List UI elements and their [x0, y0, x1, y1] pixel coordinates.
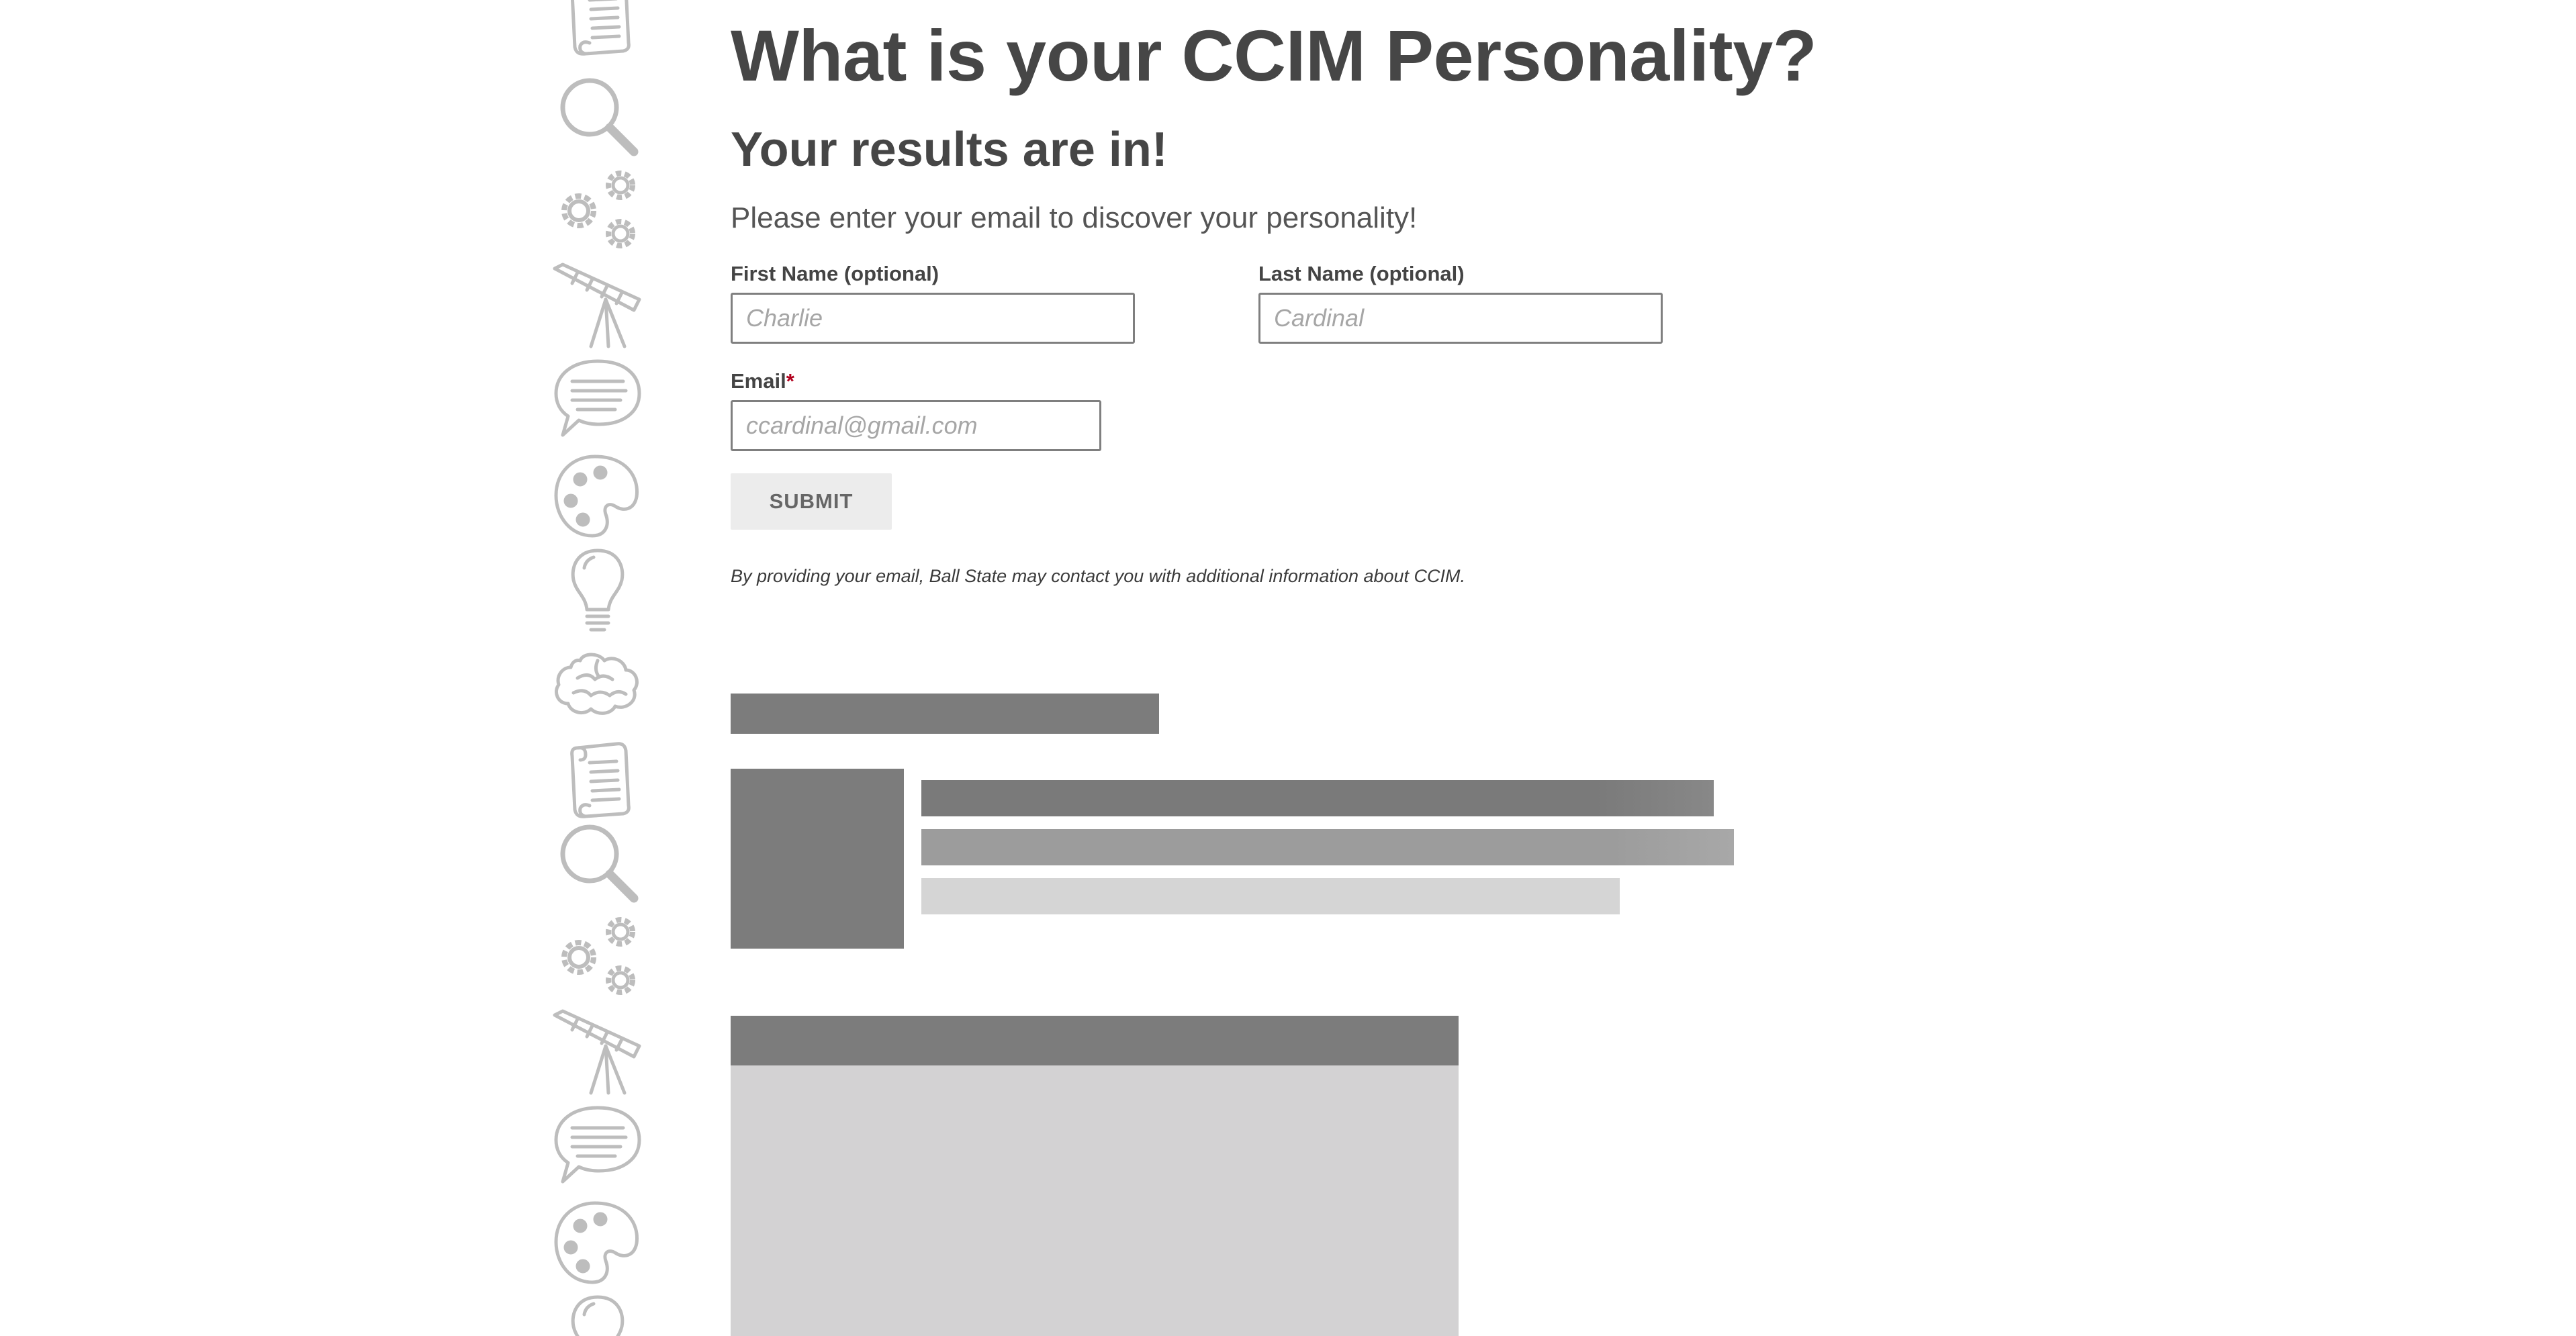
telescope-icon [551, 259, 645, 350]
skeleton-line [921, 829, 1734, 865]
required-asterisk: * [786, 369, 794, 393]
last-name-label: Last Name (optional) [1258, 262, 1465, 285]
email-label-text: Email [731, 369, 786, 393]
page: What is your CCIM Personality? Your resu… [0, 0, 2576, 1336]
email-input[interactable] [731, 400, 1101, 451]
skeleton-panel-body [731, 1065, 1459, 1336]
first-name-input[interactable] [731, 293, 1135, 344]
submit-button[interactable]: SUBMIT [731, 473, 892, 530]
email-label: Email* [731, 369, 794, 393]
page-title: What is your CCIM Personality? [731, 15, 1817, 96]
scroll-icon [551, 736, 645, 826]
magnifier-icon [551, 815, 645, 906]
email-disclaimer: By providing your email, Ball State may … [731, 566, 1466, 586]
skeleton-panel-header [731, 1016, 1459, 1065]
lightbulb-icon [551, 545, 645, 636]
telescope-icon [551, 1006, 645, 1096]
skeleton-line [921, 878, 1620, 914]
intro-text: Please enter your email to discover your… [731, 201, 1418, 234]
skeleton-image-block [731, 769, 904, 949]
results-heading: Your results are in! [731, 123, 1168, 177]
skeleton-heading-bar [731, 694, 1159, 734]
skeleton-line [921, 780, 1714, 816]
lightbulb-icon [551, 1292, 645, 1336]
speech-bubble-icon [551, 354, 645, 445]
brain-icon [551, 640, 645, 731]
palette-icon [551, 450, 645, 540]
magnifier-icon [551, 68, 645, 159]
speech-bubble-icon [551, 1101, 645, 1192]
last-name-input[interactable] [1258, 293, 1663, 344]
scroll-icon [551, 0, 645, 64]
gears-icon [551, 164, 645, 254]
gears-icon [551, 910, 645, 1001]
first-name-label: First Name (optional) [731, 262, 939, 285]
palette-icon [551, 1196, 645, 1287]
